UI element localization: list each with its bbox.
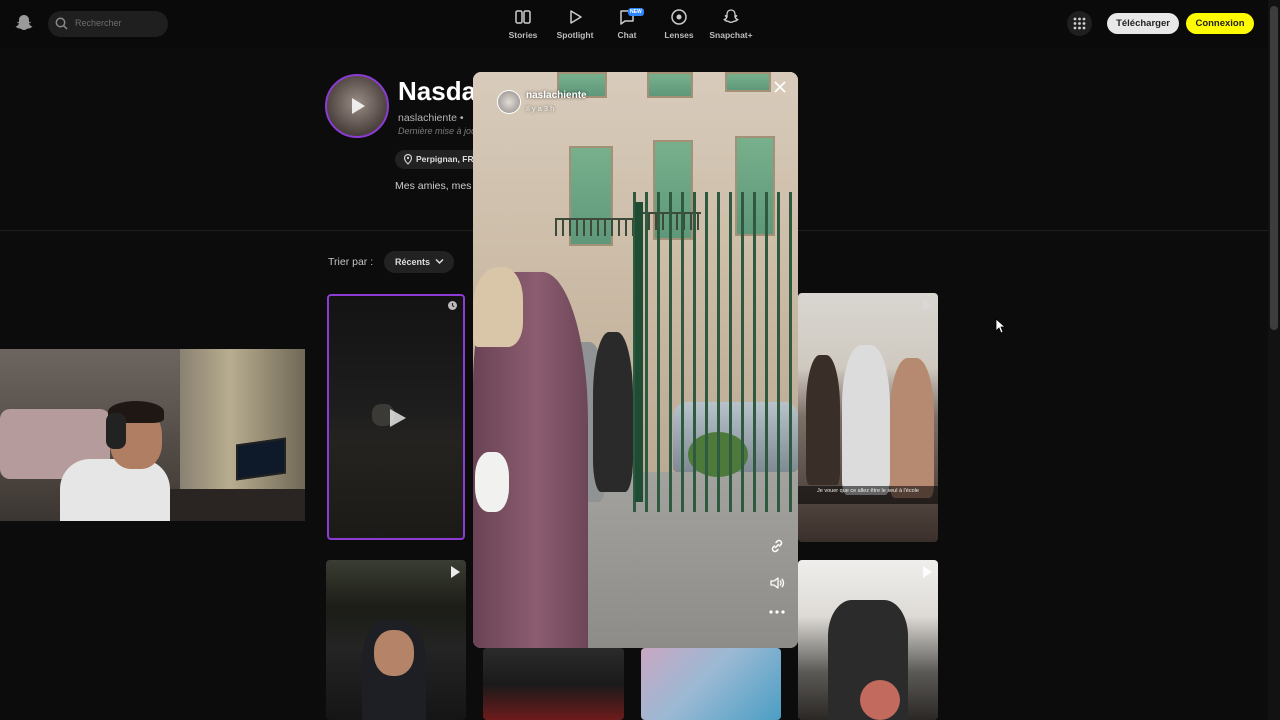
mouse-cursor-icon [995, 318, 1005, 334]
snapchat-plus-icon [723, 9, 739, 24]
cam-desk [160, 489, 305, 521]
sort-value: Récents [395, 257, 431, 267]
tile-person [890, 358, 934, 498]
login-button[interactable]: Connexion [1186, 13, 1254, 34]
story-window [725, 72, 771, 92]
tile-face [374, 630, 414, 676]
stories-icon [515, 10, 531, 24]
cam-headphones [106, 413, 126, 449]
nav-stories-label: Stories [508, 30, 538, 40]
cam-monitor [236, 437, 286, 481]
tile-person [842, 345, 890, 495]
story-bag [475, 452, 509, 512]
more-options-icon[interactable] [768, 609, 786, 615]
story-tile[interactable]: Je vouer que ce allez être le seul à l'é… [798, 293, 938, 542]
spotlight-play-icon [570, 10, 582, 24]
profile-display-name: Nasdas [398, 76, 474, 106]
story-balcony [555, 218, 635, 236]
nav-stories[interactable]: Stories [497, 8, 549, 40]
grid-icon [1073, 17, 1086, 30]
story-tile[interactable] [641, 648, 781, 720]
new-badge: NEW [628, 8, 644, 16]
story-avatar[interactable] [497, 90, 521, 114]
profile-avatar[interactable] [325, 74, 389, 138]
story-hijab [473, 267, 523, 347]
story-username[interactable]: naslachiente [526, 90, 587, 101]
chevron-down-icon [435, 258, 444, 265]
nav-chat-label: Chat [617, 30, 637, 40]
webcam-overlay [0, 349, 305, 521]
scrollbar-thumb[interactable] [1270, 6, 1278, 330]
story-tile[interactable] [326, 560, 466, 720]
story-gate-post [635, 202, 643, 502]
nav-snapchat-plus-label: Snapchat+ [709, 30, 753, 40]
tile-person [806, 355, 840, 485]
nav-spotlight[interactable]: Spotlight [549, 8, 601, 40]
volume-icon[interactable] [769, 575, 785, 591]
nav-spotlight-label: Spotlight [556, 30, 594, 40]
tile-face [860, 680, 900, 720]
page-scrollbar[interactable] [1268, 0, 1280, 720]
story-window [647, 72, 693, 98]
lenses-icon [671, 9, 687, 25]
cam-shirt [60, 459, 170, 521]
link-icon[interactable] [769, 538, 785, 554]
tile-play-icon [923, 566, 932, 578]
location-pin-icon [403, 154, 413, 165]
download-button[interactable]: Télécharger [1107, 13, 1179, 34]
search-input[interactable]: Rechercher [48, 11, 168, 37]
nav-chat[interactable]: NEW Chat [601, 8, 653, 40]
tile-play-icon [923, 299, 932, 311]
story-person [593, 332, 633, 492]
nav-lenses[interactable]: Lenses [653, 8, 705, 40]
nav-lenses-label: Lenses [664, 30, 694, 40]
profile-updated: Dernière mise à jour [398, 126, 474, 136]
tile-play-icon [451, 566, 460, 578]
nav-snapchat-plus[interactable]: Snapchat+ [705, 8, 757, 40]
clock-icon [448, 301, 457, 310]
story-gate [633, 192, 798, 512]
story-time: Il y a 3 h [526, 104, 555, 113]
profile-username: naslachiente • [398, 112, 464, 124]
apps-grid-button[interactable] [1067, 11, 1092, 36]
close-icon[interactable] [773, 80, 787, 94]
search-icon [55, 17, 68, 30]
tile-caption: Je vouer que ce allez être le seul à l'é… [798, 486, 938, 504]
play-icon [390, 409, 406, 427]
sort-dropdown[interactable]: Récents [384, 251, 454, 273]
search-placeholder: Rechercher [75, 18, 122, 28]
story-tile[interactable] [798, 560, 938, 720]
location-text: Perpignan, FR [416, 154, 474, 164]
location-chip[interactable]: Perpignan, FR [395, 150, 475, 169]
profile-bio: Mes amies, mes [395, 180, 472, 192]
snapchat-ghost-icon[interactable] [14, 13, 34, 33]
sort-label: Trier par : [328, 256, 374, 268]
story-tile[interactable] [327, 294, 465, 540]
top-bar: Rechercher Stories Spotlight NEW Chat Le… [0, 0, 1268, 48]
story-viewer[interactable]: naslachiente Il y a 3 h [473, 72, 798, 648]
story-tile[interactable] [483, 648, 624, 720]
avatar-play-icon [352, 98, 365, 114]
